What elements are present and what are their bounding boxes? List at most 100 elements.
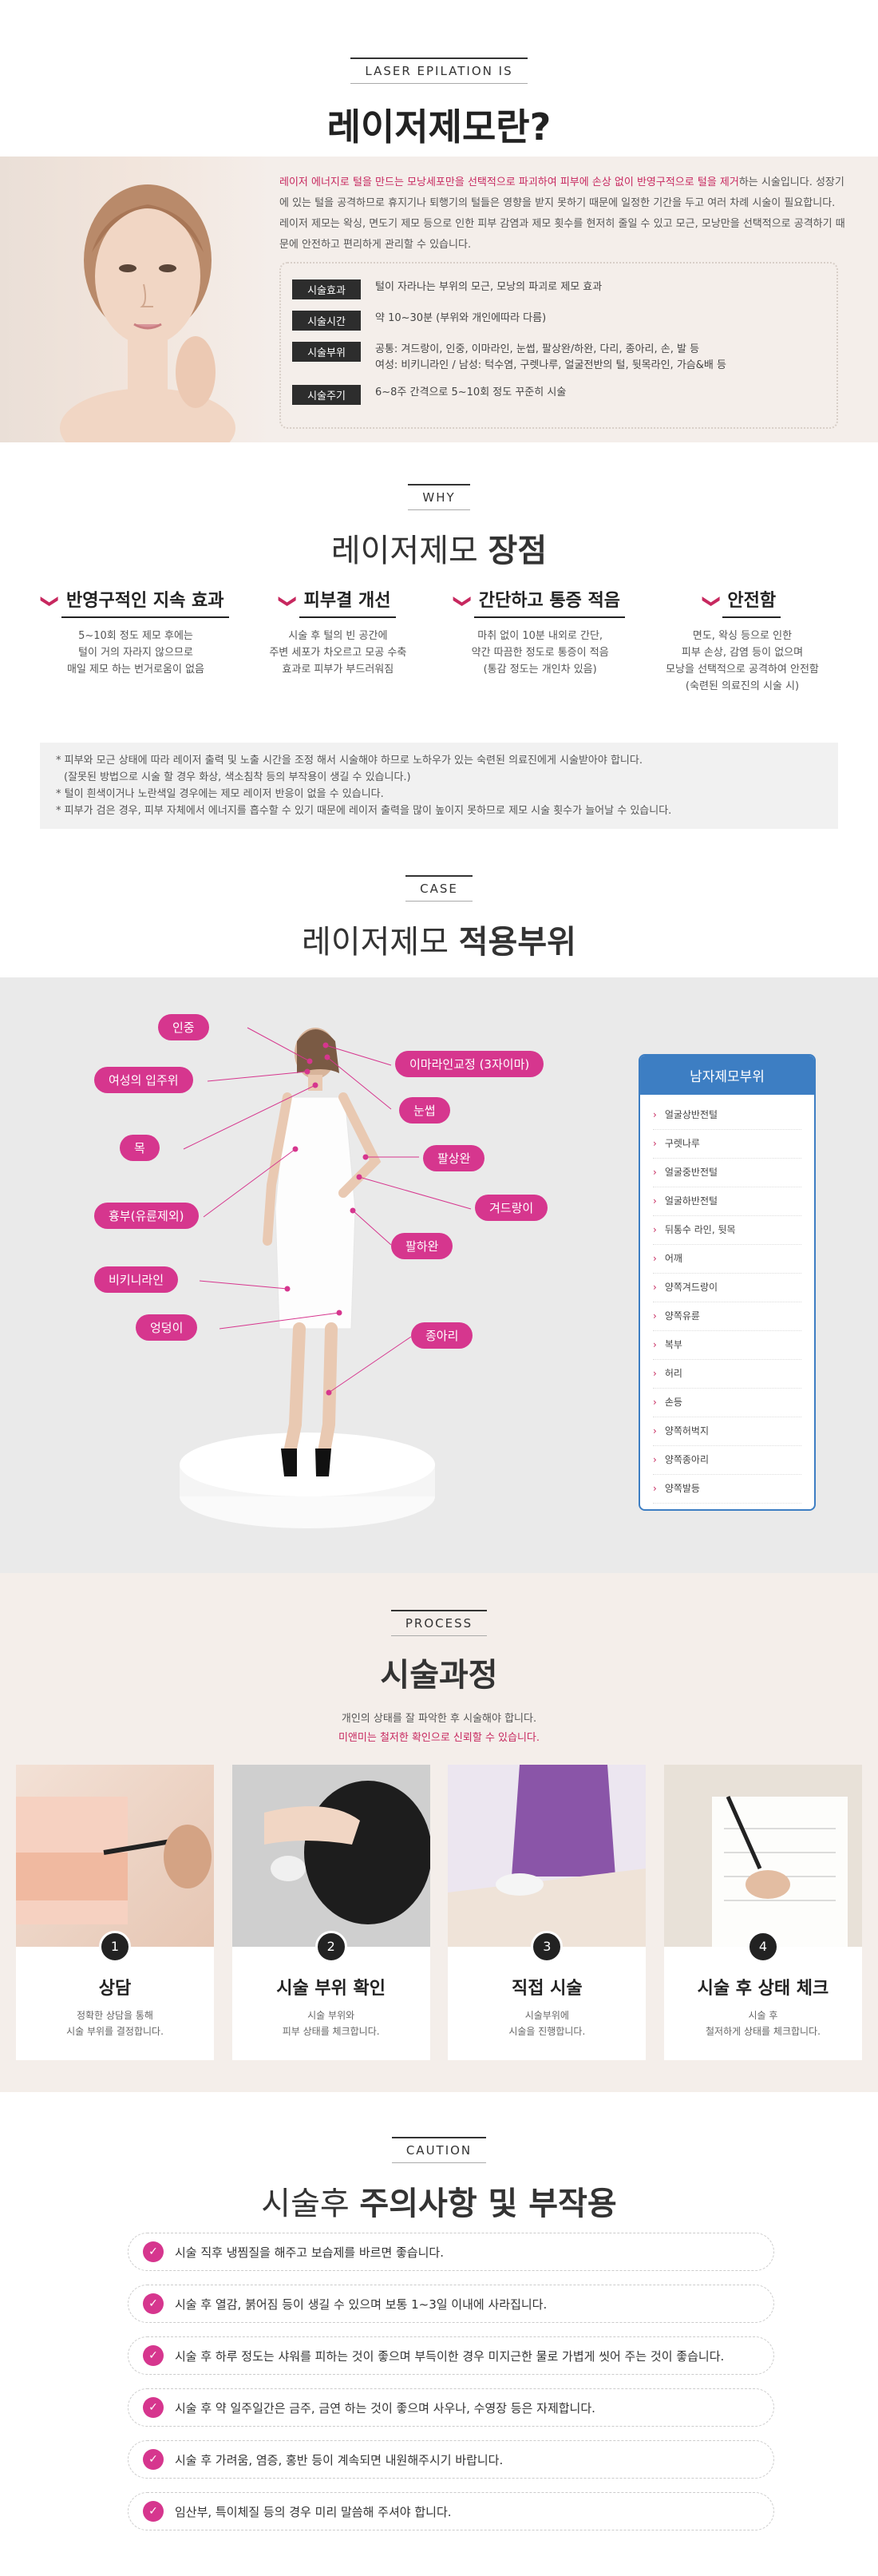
notes-box: * 피부와 모근 상태에 따라 레이저 출력 및 노출 시간을 조정 해서 시술…	[40, 743, 838, 829]
step-photo	[448, 1765, 647, 1947]
list-item: 양쪽종아리	[653, 1446, 801, 1475]
caution-item: ✓ 시술 후 하루 정도는 샤워를 피하는 것이 좋으며 부득이한 경우 미지근한…	[128, 2336, 774, 2375]
intro-highlight: 레이저 에너지로 털을 만드는 모낭세포만을 선택적으로 파괴하여 피부에 손상…	[279, 176, 739, 188]
advantage-item: ❯ 간단하고 통증 적음 마취 없이 10분 내외로 간단, 약간 따끔한 정도로…	[445, 583, 636, 695]
step-photo	[231, 1765, 430, 1947]
section-title: 시술과정	[380, 1657, 498, 1694]
section-title: 레이저제모 적용부위	[302, 924, 576, 961]
caution-section: CAUTION 시술후 주의사항 및 부작용 ✓ 시술 직후 냉찜질을 해주고 보…	[0, 2092, 878, 2576]
check-icon: ✓	[143, 2501, 164, 2522]
step-number: 4	[746, 1931, 779, 1963]
body-part-armpit: 겨드랑이	[475, 1195, 548, 1221]
step-number: 1	[99, 1931, 131, 1963]
info-value: 털이 자라나는 부위의 모근, 모낭의 파괴로 제모 효과	[375, 281, 603, 293]
section-subtitle: 개인의 상태를 잘 파악한 후 시술해야 합니다. 미앤미는 철저한 확인으로 …	[338, 1713, 540, 1744]
process-steps: 1 상담 정확한 상담을 통해 시술 부위를 결정합니다. 2 시술 부위 확인 …	[16, 1765, 862, 2060]
caution-item: ✓ 임산부, 특이체질 등의 경우 미리 말씀해 주셔야 합니다.	[128, 2492, 774, 2530]
info-label: 시술효과	[292, 279, 361, 299]
info-box: 시술효과 털이 자라나는 부위의 모근, 모낭의 파괴로 제모 효과 시술시간 …	[279, 262, 838, 429]
check-icon: ✓	[143, 2397, 164, 2418]
chevron-down-icon: ❯	[453, 593, 473, 609]
info-row-area: 시술부위 공통: 겨드랑이, 인중, 이마라인, 눈썹, 팔상완/하완, 다리,…	[292, 342, 825, 374]
case-section: CASE 레이저제모 적용부위 인중 여성의 입주위 목 흉부(유륜제외) 비키…	[0, 846, 878, 1573]
note-line: * 털이 흰색이거나 노란색일 경우에는 제모 레이저 반응이 없을 수 있습니…	[56, 788, 384, 800]
body-part-chest: 흉부(유륜제외)	[94, 1203, 199, 1229]
advantages-list: ❯ 반영구적인 지속 효과 5~10회 정도 제모 후에는 털이 거의 자라지 않…	[40, 583, 838, 695]
caution-text: 시술 후 열감, 붉어짐 등이 생길 수 있으며 보통 1~3일 이내에 사라집…	[175, 2297, 548, 2312]
caution-item: ✓ 시술 직후 냉찜질을 해주고 보습제를 바르면 좋습니다.	[128, 2233, 774, 2271]
section-tag: WHY	[408, 484, 470, 510]
section-title: 시술후 주의사항 및 부작용	[261, 2186, 617, 2222]
body-part-hairline: 이마라인교정 (3자이마)	[395, 1051, 544, 1077]
note-line: * 피부와 모근 상태에 따라 레이저 출력 및 노출 시간을 조정 해서 시술…	[56, 755, 643, 767]
body-part-philtrum: 인중	[158, 1014, 209, 1040]
body-part-upper-arm: 팔상완	[423, 1145, 485, 1171]
list-item: 허리	[653, 1360, 801, 1389]
advantage-title: 피부결 개선	[299, 583, 396, 618]
caution-text: 시술 후 하루 정도는 샤워를 피하는 것이 좋으며 부득이한 경우 미지근한 …	[175, 2348, 725, 2364]
process-step: 1 상담 정확한 상담을 통해 시술 부위를 결정합니다.	[16, 1765, 214, 2060]
step-number: 2	[314, 1931, 347, 1963]
advantage-item: ❯ 반영구적인 지속 효과 5~10회 정도 제모 후에는 털이 거의 자라지 않…	[40, 583, 231, 695]
info-row-cycle: 시술주기 6~8주 간격으로 5~10회 정도 꾸준히 시술	[292, 385, 825, 405]
list-item: 양쪽겨드랑이	[653, 1274, 801, 1302]
advantage-desc: 시술 후 털의 빈 공간에 주변 세포가 차오르고 모공 수축 효과로 피부가 부드…	[269, 630, 407, 676]
step-desc: 정확한 상담을 통해 시술 부위를 결정합니다.	[66, 2010, 164, 2037]
section-tag: LASER EPILATION IS	[350, 57, 528, 84]
process-step: 2 시술 부위 확인 시술 부위와 피부 상태를 체크합니다.	[231, 1765, 430, 2060]
caution-item: ✓ 시술 후 약 일주일간은 금주, 금연 하는 것이 좋으며 사우나, 수영장 …	[128, 2388, 774, 2427]
process-section: PROCESS 시술과정 개인의 상태를 잘 파악한 후 시술해야 합니다. 미…	[0, 1573, 878, 2092]
why-section: WHY 레이저제모 장점 ❯ 반영구적인 지속 효과 5~10회 정도 제모 후…	[0, 447, 878, 846]
step-photo	[663, 1765, 862, 1947]
step-title: 상담	[98, 1979, 132, 1999]
caution-text: 시술 후 가려움, 염증, 홍반 등이 계속되면 내원해주시기 바랍니다.	[175, 2452, 504, 2467]
note-line: (잘못된 방법으로 시술 할 경우 화상, 색소침착 등의 부작용이 생길 수 …	[64, 771, 411, 783]
info-value-gender: 여성: 비키니라인 / 남성: 턱수염, 구렛나루, 얼굴전반의 털, 뒷목라인…	[375, 359, 726, 371]
step-title: 시술 부위 확인	[276, 1979, 386, 1999]
process-step: 3 직접 시술 시술부위에 시술을 진행합니다.	[448, 1765, 647, 2060]
info-value: 약 10~30분 (부위와 개인에따라 다름)	[375, 312, 547, 324]
step-number: 3	[531, 1931, 564, 1963]
advantage-title: 반영구적인 지속 효과	[61, 583, 229, 618]
body-part-mouth-area: 여성의 입주위	[94, 1067, 193, 1093]
caution-text: 시술 후 약 일주일간은 금주, 금연 하는 것이 좋으며 사우나, 수영장 등…	[175, 2400, 595, 2415]
info-label: 시술주기	[292, 385, 361, 405]
caution-text: 임산부, 특이체질 등의 경우 미리 말씀해 주셔야 합니다.	[175, 2504, 452, 2519]
list-item: 양쪽유륜	[653, 1302, 801, 1331]
info-label: 시술시간	[292, 311, 361, 331]
section-tag: CAUTION	[391, 2137, 487, 2163]
advantage-title: 간단하고 통증 적음	[473, 583, 626, 618]
check-icon: ✓	[143, 2449, 164, 2470]
caution-list: ✓ 시술 직후 냉찜질을 해주고 보습제를 바르면 좋습니다. ✓ 시술 후 열감,…	[128, 2233, 774, 2544]
info-label: 시술부위	[292, 342, 361, 362]
list-item: 손등	[653, 1389, 801, 1417]
body-part-neck: 목	[120, 1135, 160, 1161]
info-row-effect: 시술효과 털이 자라나는 부위의 모근, 모낭의 파괴로 제모 효과	[292, 279, 825, 299]
chevron-down-icon: ❯	[702, 593, 722, 609]
body-part-buttocks: 엉덩이	[136, 1314, 198, 1341]
body-part-bikini: 비키니라인	[94, 1266, 179, 1293]
men-areas-title: 남자제모부위	[640, 1056, 814, 1095]
process-step: 4 시술 후 상태 체크 시술 후 철저하게 상태를 체크합니다.	[663, 1765, 862, 2060]
list-item: 복부	[653, 1331, 801, 1360]
men-areas-panel: 남자제모부위 얼굴상반전털 구렛나루 얼굴중반전털 얼굴하반전털 뒤통수 라인,…	[639, 1054, 816, 1511]
intro-section: LASER EPILATION IS 레이저제모란? 레이저 에너지로 털을 만…	[0, 0, 878, 447]
step-desc: 시술부위에 시술을 진행합니다.	[508, 2010, 586, 2037]
list-item: 얼굴상반전털	[653, 1101, 801, 1130]
list-item: 뒤통수 라인, 뒷목	[653, 1216, 801, 1245]
step-photo	[16, 1765, 214, 1947]
section-title: 레이저제모 장점	[330, 533, 548, 569]
advantage-desc: 5~10회 정도 제모 후에는 털이 거의 자라지 않으므로 매일 제모 하는 번거…	[66, 630, 204, 676]
note-line: * 피부가 검은 경우, 피부 자체에서 에너지를 흡수할 수 있기 때문에 레…	[56, 805, 672, 817]
step-desc: 시술 부위와 피부 상태를 체크합니다.	[282, 2010, 380, 2037]
step-desc: 시술 후 철저하게 상태를 체크합니다.	[706, 2010, 821, 2037]
body-part-eyebrow: 눈썹	[399, 1097, 450, 1124]
info-value-common: 공통: 겨드랑이, 인중, 이마라인, 눈썹, 팔상완/하완, 다리, 종아리,…	[375, 343, 700, 355]
model-face-image	[0, 157, 271, 442]
advantage-title: 안전함	[722, 583, 781, 618]
body-part-forearm: 팔하완	[391, 1233, 453, 1259]
intro-band: 레이저 에너지로 털을 만드는 모낭세포만을 선택적으로 파괴하여 피부에 손상…	[0, 157, 878, 442]
info-row-time: 시술시간 약 10~30분 (부위와 개인에따라 다름)	[292, 311, 825, 331]
intro-paragraph: 레이저 에너지로 털을 만드는 모낭세포만을 선택적으로 파괴하여 피부에 손상…	[279, 172, 846, 256]
chevron-down-icon: ❯	[40, 593, 61, 609]
